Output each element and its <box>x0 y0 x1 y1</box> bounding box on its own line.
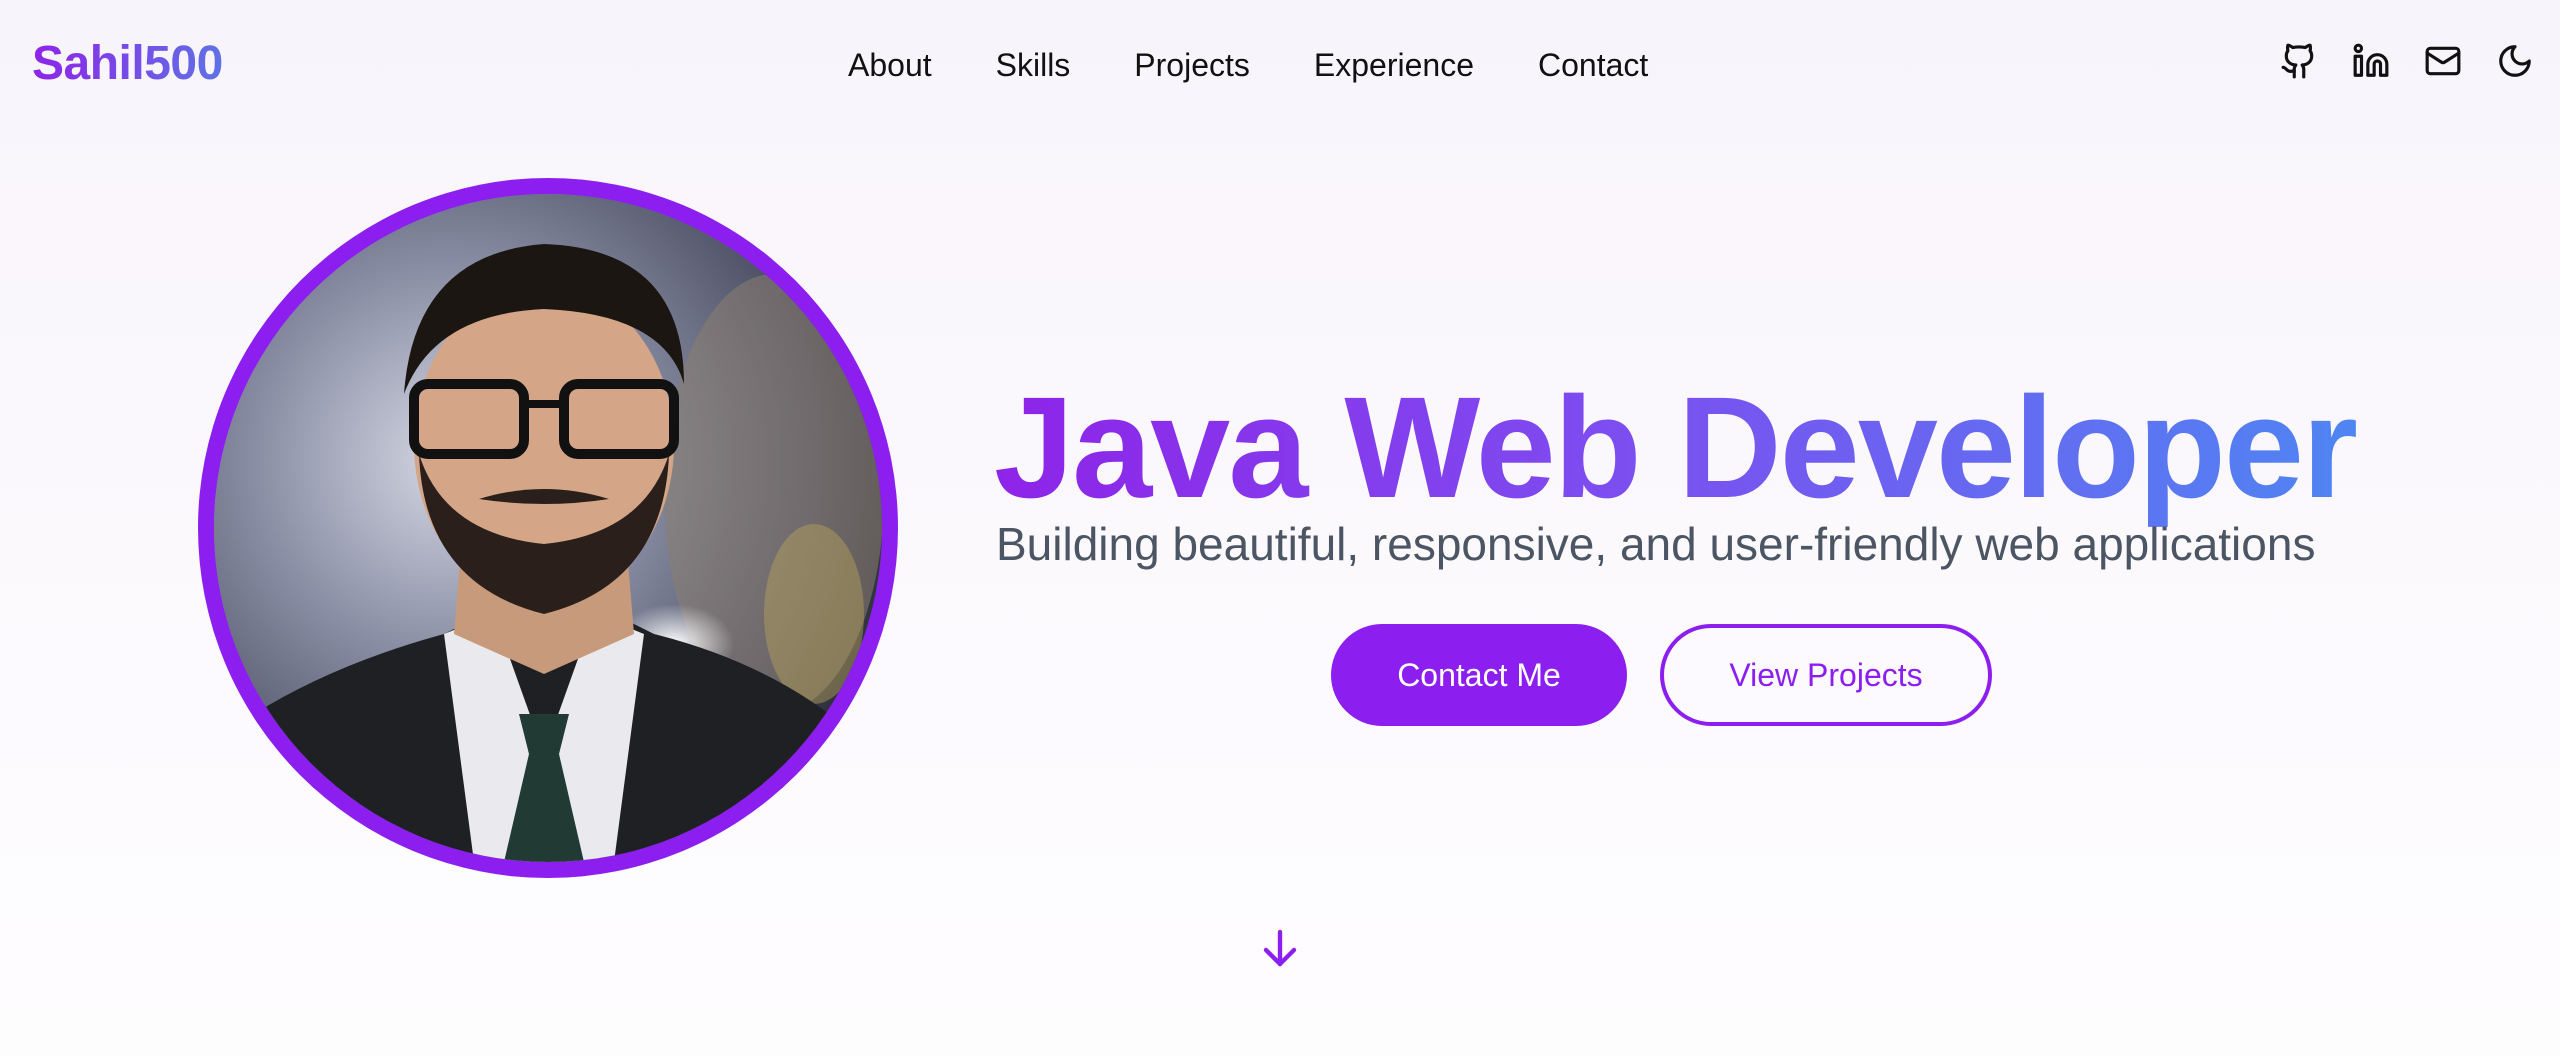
nav-link-projects[interactable]: Projects <box>1134 40 1250 90</box>
contact-me-button[interactable]: Contact Me <box>1331 624 1627 726</box>
mail-icon[interactable] <box>2424 42 2462 80</box>
nav-link-about[interactable]: About <box>848 40 932 90</box>
arrow-down-icon[interactable] <box>1256 924 1304 972</box>
view-projects-button[interactable]: View Projects <box>1660 624 1992 726</box>
hero-subtitle: Building beautiful, responsive, and user… <box>996 518 2316 570</box>
social-icons <box>2280 42 2534 80</box>
main-nav: About Skills Projects Experience Contact <box>848 40 1648 90</box>
brand-logo[interactable]: Sahil500 <box>32 34 223 94</box>
nav-link-contact[interactable]: Contact <box>1538 40 1648 90</box>
profile-photo <box>214 194 882 862</box>
profile-photo-frame <box>198 178 898 878</box>
navbar: Sahil500 About Skills Projects Experienc… <box>0 0 2560 130</box>
moon-icon[interactable] <box>2496 42 2534 80</box>
nav-link-experience[interactable]: Experience <box>1314 40 1474 90</box>
nav-link-skills[interactable]: Skills <box>996 40 1071 90</box>
github-icon[interactable] <box>2280 42 2318 80</box>
hero-title: Java Web Developer <box>994 367 2358 529</box>
linkedin-icon[interactable] <box>2352 42 2390 80</box>
